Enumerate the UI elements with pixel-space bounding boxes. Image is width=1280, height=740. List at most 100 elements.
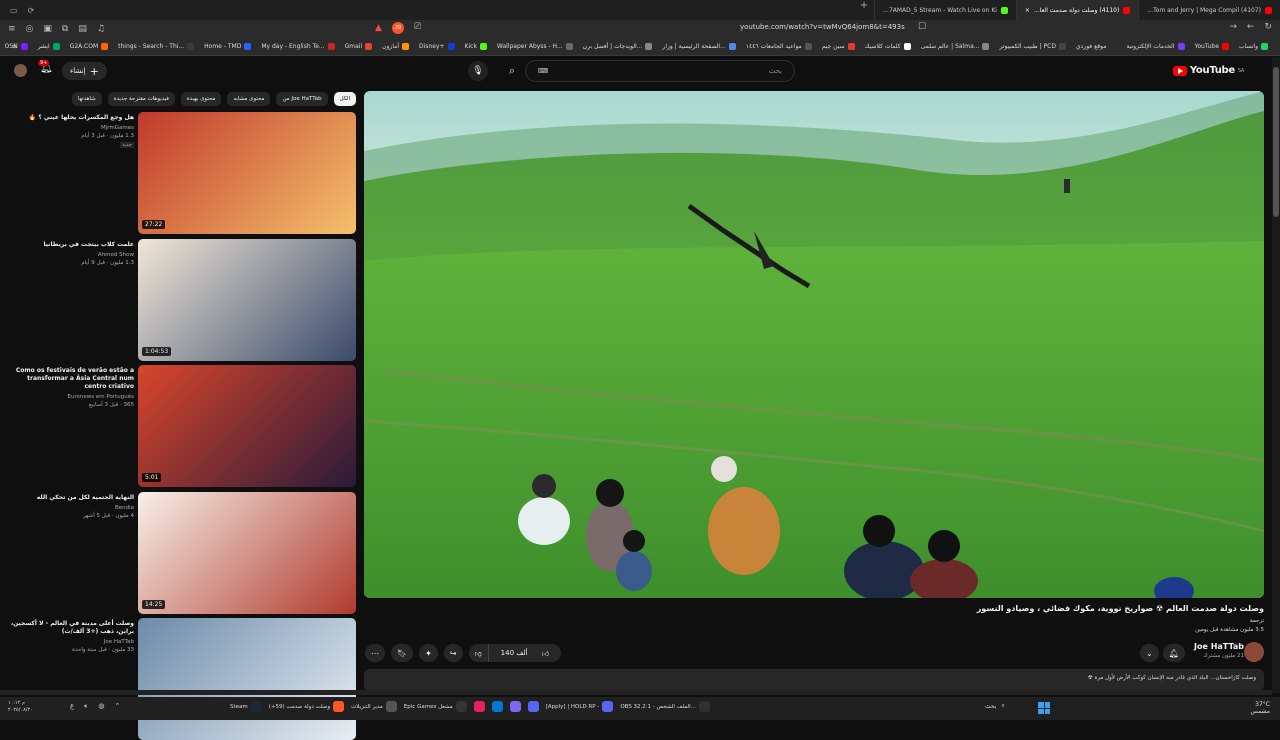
start-button[interactable] [1038, 702, 1050, 714]
channel-name[interactable]: Joe HaTTab [1194, 642, 1244, 651]
taskbar-app[interactable] [473, 701, 485, 712]
search-icon[interactable]: ⌕ [500, 60, 524, 82]
share-button[interactable]: ↪ [443, 644, 463, 662]
video-thumbnail[interactable] [138, 112, 356, 234]
notifications-bell-icon[interactable]: 🔔︎ 9+ [38, 60, 53, 74]
vertical-scrollbar[interactable] [1272, 57, 1280, 693]
video-player[interactable] [364, 91, 1264, 598]
bookmark-item[interactable]: G2A.COM [70, 43, 109, 50]
taskbar-app[interactable]: [Apply] | HOLD RP - [546, 701, 614, 712]
video-thumbnail[interactable] [138, 238, 356, 361]
taskbar-app[interactable]: مدير التنزيلات [351, 701, 397, 712]
related-video-title[interactable]: وصلت أعلى مدينة في العالم - لا أكسجين، ب… [4, 620, 134, 636]
ask-button[interactable]: ✦ [419, 644, 438, 662]
bookmark-item[interactable]: YouTube [1195, 43, 1229, 50]
account-avatar[interactable] [14, 64, 27, 77]
bookmark-item[interactable]: عالم سلمى | Salma... [921, 43, 990, 50]
youtube-logo[interactable]: YouTube SA [1172, 65, 1244, 76]
taskbar-app[interactable]: Epic Games مشغل [404, 701, 467, 712]
brave-shield-badge[interactable]: 29 [392, 22, 404, 34]
bookmark-item[interactable]: الخدمات الإلكترونية [1126, 43, 1185, 50]
bookmark-item[interactable]: الصفحة الرئيسية | وزار... [662, 43, 736, 50]
bookmark-item[interactable]: Wallpaper Abyss - H... [497, 43, 573, 50]
url-field[interactable]: youtube.com/watch?v=twMvQ64jom8&t=493s [740, 23, 905, 31]
bookmark-item[interactable]: موقع فوردي [1076, 43, 1117, 50]
media-icon[interactable]: ♫ [97, 24, 105, 34]
reload-icon[interactable]: ↻ [1264, 22, 1272, 32]
like-button[interactable]: 140 ألف 👍︎ [487, 644, 561, 662]
sidebar-icon[interactable]: ▣ [43, 24, 52, 34]
related-video-title[interactable]: هل وجع المكسرات يحلها عيني ؟ 🔥 [4, 114, 134, 122]
dislike-button[interactable]: 👎︎ [469, 644, 488, 662]
taskbar-search[interactable]: بحث ⌕ [985, 702, 1005, 710]
horizontal-scrollbar[interactable] [0, 690, 1272, 695]
related-channel-name[interactable]: Euronews em Português [4, 394, 134, 400]
reader-icon[interactable]: ▤ [78, 24, 87, 34]
bookmark-item[interactable]: طبيب الكمبيوتر | PCD [999, 43, 1066, 50]
more-bookmarks-icon[interactable]: » [12, 42, 17, 51]
more-actions-button[interactable]: ⋯ [365, 644, 385, 662]
browser-tab[interactable]: (4110) وصلت دولة صدمت العا... × [1015, 0, 1139, 20]
filter-chip[interactable]: محتوى مشابه [227, 92, 271, 106]
related-video-item[interactable]: 14:25 النهاية الحتمية لكل من تحكي الله Ben… [0, 491, 358, 614]
bookmark-item[interactable]: سين جيم [822, 43, 855, 50]
brave-rewards-icon[interactable]: ▲ [375, 23, 382, 33]
back-arrow-icon[interactable]: ← [1247, 22, 1255, 32]
save-button[interactable]: 🔖︎ [391, 644, 414, 662]
create-button[interactable]: إنشاء + [62, 62, 107, 80]
filter-chip[interactable]: الكل [333, 92, 356, 106]
related-video-item[interactable]: 5:01 Como os festivais de verão estão a t… [0, 365, 358, 487]
related-video-item[interactable]: 27:22 هل وجع المكسرات يحلها عيني ؟ 🔥 MjrmG… [0, 112, 358, 234]
browser-tab[interactable]: (4107) Tom and Jerry | Mega Compil... [1138, 0, 1280, 20]
share-icon[interactable]: ⎚ [414, 22, 421, 32]
video-thumbnail[interactable] [138, 365, 356, 487]
network-icon[interactable]: ◍ [98, 702, 104, 711]
taskbar-app[interactable]: Steam [230, 701, 262, 712]
bookmark-item[interactable]: الويدجات | أفضل برن... [583, 43, 653, 50]
related-video-title[interactable]: النهاية الحتمية لكل من تحكي الله [4, 494, 134, 502]
back-icon[interactable]: ⟳ [28, 6, 35, 15]
browser-tab[interactable]: 7AMAD_5 Stream - Watch Live on Ki... [874, 0, 1016, 20]
voice-search-icon[interactable]: 🎙︎ [468, 61, 488, 81]
bookmark-item[interactable]: Gmail [345, 43, 373, 50]
extensions-icon[interactable]: ⧉ [62, 24, 68, 34]
related-video-title[interactable]: Como os festivais de verão estão a trans… [4, 367, 134, 391]
bookmark-item[interactable]: ابشر [38, 43, 60, 50]
bookmark-item[interactable]: My day - English Te... [261, 43, 335, 50]
description-box[interactable]: وصلت كازاخستان... البلد الذي غادر منه ال… [364, 669, 1264, 691]
tab-close-icon[interactable]: × [1025, 7, 1030, 14]
filter-chip[interactable]: محتوى بهبدة [180, 92, 222, 106]
forward-icon[interactable]: → [1229, 22, 1237, 32]
subscribe-dropdown-button[interactable]: ⌄ [1140, 644, 1159, 662]
filter-chip[interactable]: شاهدتها [71, 92, 102, 106]
tray-chevron-icon[interactable]: ⌃ [115, 702, 121, 711]
bookmark-item[interactable]: كلمات كلاسيك [865, 43, 911, 50]
menu-icon[interactable]: ≡ [8, 24, 16, 34]
related-channel-name[interactable]: Joe HaTTab [4, 639, 134, 645]
video-thumbnail[interactable] [138, 618, 356, 740]
wallet-icon[interactable]: ◎ [26, 24, 34, 34]
scroll-thumb[interactable] [1273, 67, 1279, 217]
channel-avatar[interactable] [1244, 642, 1264, 662]
taskbar-app[interactable]: وصلت دولة صدمت (59+) [269, 701, 345, 712]
bookmark-item[interactable]: things - Search - Thi... [118, 43, 195, 50]
bookmark-item[interactable]: Kick [465, 43, 487, 50]
taskbar-app[interactable] [527, 701, 539, 712]
taskbar-app[interactable]: OBS 32.2.1 - الملف الشخص... [620, 701, 710, 712]
video-thumbnail[interactable] [138, 491, 356, 614]
filter-chip[interactable]: من Joe HaTTab [276, 92, 328, 106]
bookmark-item[interactable]: مواعيد الجامعات ١٤٤٦ [746, 43, 812, 50]
bookmark-item[interactable]: Home - TMD [204, 43, 252, 50]
bookmark-item[interactable]: Disney+ [419, 43, 455, 50]
sidebar-toggle-icon[interactable]: ▭ [10, 6, 18, 15]
weather[interactable]: 37°C مشمس [1250, 701, 1270, 715]
volume-icon[interactable]: 🔈︎ [84, 702, 88, 711]
taskbar-app[interactable] [491, 701, 503, 712]
filter-chip[interactable]: فيديوهات مقترحة جديدة [107, 92, 175, 106]
related-video-title[interactable]: علمت كلاب بيتجت في بريطانيا [4, 241, 134, 249]
keyboard-icon[interactable]: ⌨ [538, 67, 548, 75]
related-video-item[interactable]: وصلت أعلى مدينة في العالم - لا أكسجين، ب… [0, 618, 358, 740]
clock[interactable]: م ١٠:١٢ ٢٠٢٥/٠٨/٢٠ [8, 700, 33, 714]
bookmark-star-icon[interactable]: ☐ [918, 22, 926, 32]
notification-bell-button[interactable]: 🔔︎ [1162, 644, 1185, 662]
